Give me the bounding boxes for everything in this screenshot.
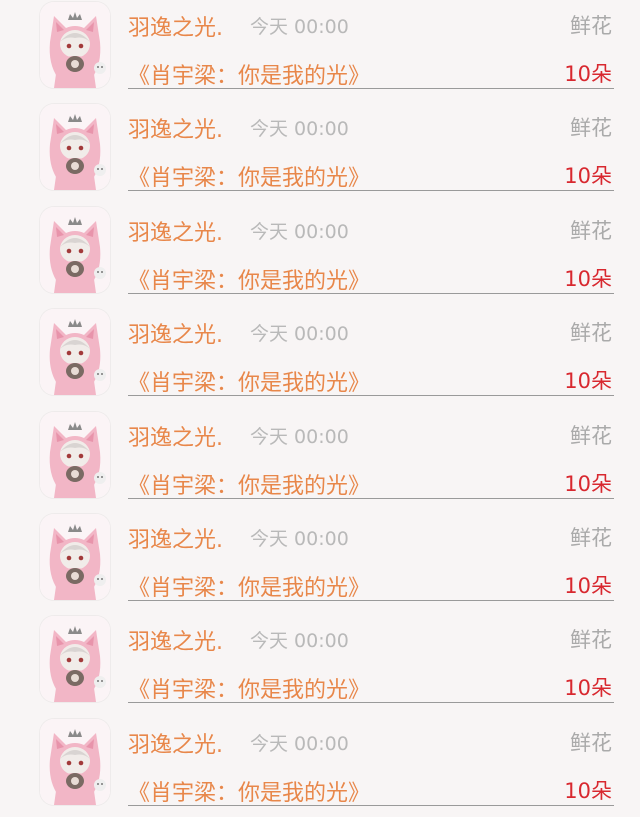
avatar-image	[40, 206, 110, 293]
row-divider	[128, 600, 614, 601]
gift-record-row[interactable]: 羽逸之光. 今天 00:00 鲜花 《肖宇梁：你是我的光》 10朵	[0, 307, 640, 409]
avatar-image	[40, 2, 110, 88]
gift-count: 10朵	[564, 676, 612, 701]
timestamp: 今天 00:00	[250, 220, 349, 243]
user-avatar[interactable]	[40, 206, 110, 293]
row-divider	[128, 292, 614, 294]
row-divider	[128, 804, 614, 806]
timestamp: 今天 00:00	[250, 732, 349, 755]
gift-count: 10朵	[564, 574, 612, 598]
user-avatar[interactable]	[40, 616, 110, 703]
user-name[interactable]: 羽逸之光.	[128, 215, 223, 247]
story-title-link[interactable]: 《肖宇梁：你是我的光》	[128, 672, 370, 704]
story-title-link[interactable]: 《肖宇梁：你是我的光》	[128, 160, 370, 192]
user-avatar[interactable]	[40, 411, 110, 498]
gift-record-row[interactable]: 羽逸之光. 今天 00:00 鲜花 《肖宇梁：你是我的光》 10朵	[0, 512, 640, 614]
timestamp: 今天 00:00	[250, 118, 349, 141]
story-title-link[interactable]: 《肖宇梁：你是我的光》	[128, 775, 370, 807]
row-divider	[128, 190, 614, 192]
gift-count: 10朵	[564, 266, 612, 291]
row-divider	[128, 88, 614, 89]
gift-count: 10朵	[564, 369, 612, 394]
avatar-image	[40, 514, 110, 600]
gift-record-list: 羽逸之光. 今天 00:00 鲜花 《肖宇梁：你是我的光》 10朵 羽逸之光. …	[0, 0, 640, 817]
gift-count: 10朵	[564, 778, 612, 803]
gift-record-row[interactable]: 羽逸之光. 今天 00:00 鲜花 《肖宇梁：你是我的光》 10朵	[0, 102, 640, 204]
gift-type-label: 鲜花	[570, 218, 612, 243]
gift-type-label: 鲜花	[570, 14, 612, 38]
gift-type-label: 鲜花	[570, 730, 612, 755]
timestamp: 今天 00:00	[250, 323, 349, 346]
user-name[interactable]: 羽逸之光.	[128, 112, 223, 144]
gift-type-label: 鲜花	[570, 423, 612, 448]
gift-record-row[interactable]: 羽逸之光. 今天 00:00 鲜花 《肖宇梁：你是我的光》 10朵	[0, 717, 640, 817]
story-title-link[interactable]: 《肖宇梁：你是我的光》	[128, 468, 370, 500]
story-title-link[interactable]: 《肖宇梁：你是我的光》	[128, 570, 370, 602]
user-avatar[interactable]	[40, 2, 110, 88]
timestamp: 今天 00:00	[250, 16, 349, 38]
user-name[interactable]: 羽逸之光.	[128, 317, 223, 349]
gift-record-row[interactable]: 羽逸之光. 今天 00:00 鲜花 《肖宇梁：你是我的光》 10朵	[0, 410, 640, 512]
gift-type-label: 鲜花	[570, 628, 612, 653]
row-divider	[128, 702, 614, 704]
row-divider	[128, 395, 614, 397]
user-name[interactable]: 羽逸之光.	[128, 727, 223, 759]
row-divider	[128, 497, 614, 499]
gift-type-label: 鲜花	[570, 321, 612, 346]
user-avatar[interactable]	[40, 514, 110, 600]
story-title-link[interactable]: 《肖宇梁：你是我的光》	[128, 365, 370, 397]
avatar-image	[40, 718, 110, 805]
story-title-link[interactable]: 《肖宇梁：你是我的光》	[128, 263, 370, 295]
avatar-image	[40, 616, 110, 703]
timestamp: 今天 00:00	[250, 630, 349, 653]
gift-count: 10朵	[564, 62, 612, 86]
gift-count: 10朵	[564, 471, 612, 496]
timestamp: 今天 00:00	[250, 528, 349, 550]
gift-type-label: 鲜花	[570, 526, 612, 550]
avatar-image	[40, 411, 110, 498]
user-avatar[interactable]	[40, 718, 110, 805]
user-name[interactable]: 羽逸之光.	[128, 624, 223, 656]
timestamp: 今天 00:00	[250, 425, 349, 448]
user-name[interactable]: 羽逸之光.	[128, 522, 223, 554]
story-title-link[interactable]: 《肖宇梁：你是我的光》	[128, 58, 370, 90]
gift-count: 10朵	[564, 164, 612, 189]
user-avatar[interactable]	[40, 104, 110, 191]
user-avatar[interactable]	[40, 309, 110, 396]
gift-record-row[interactable]: 羽逸之光. 今天 00:00 鲜花 《肖宇梁：你是我的光》 10朵	[0, 0, 640, 102]
avatar-image	[40, 104, 110, 191]
gift-type-label: 鲜花	[570, 116, 612, 141]
user-name[interactable]: 羽逸之光.	[128, 10, 223, 42]
user-name[interactable]: 羽逸之光.	[128, 420, 223, 452]
gift-record-row[interactable]: 羽逸之光. 今天 00:00 鲜花 《肖宇梁：你是我的光》 10朵	[0, 205, 640, 307]
avatar-image	[40, 309, 110, 396]
gift-record-row[interactable]: 羽逸之光. 今天 00:00 鲜花 《肖宇梁：你是我的光》 10朵	[0, 614, 640, 716]
